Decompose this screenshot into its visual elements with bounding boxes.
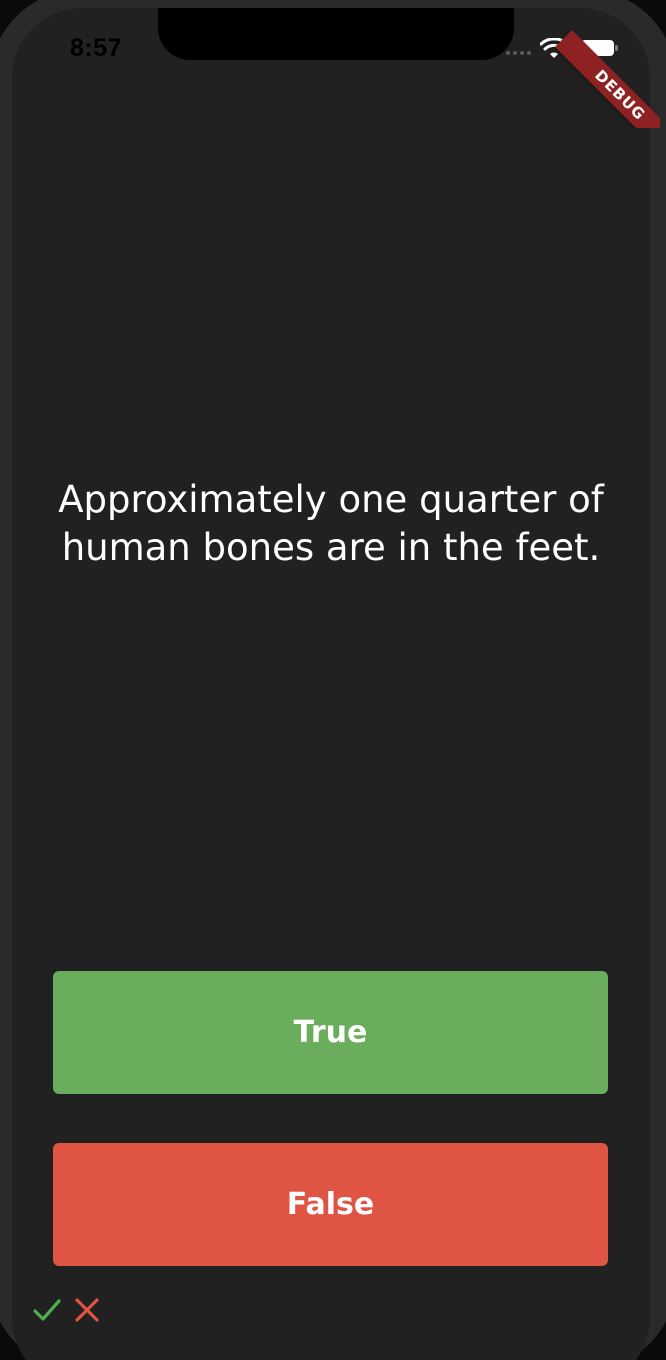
true-button[interactable]: True: [53, 971, 608, 1094]
notch: [158, 8, 514, 60]
question-text: Approximately one quarter of human bones…: [58, 478, 604, 569]
score-keeper: [32, 1295, 102, 1325]
app-screen: 8:57 Approximately one quarter of human …: [12, 8, 650, 1360]
status-time: 8:57: [70, 34, 123, 62]
device-frame: 8:57 Approximately one quarter of human …: [0, 0, 666, 1360]
battery-icon: [581, 40, 618, 56]
close-icon: [75, 1298, 99, 1322]
wifi-icon: [540, 38, 568, 58]
false-button[interactable]: False: [53, 1143, 608, 1266]
cellular-signal-icon: [506, 51, 531, 55]
check-icon: [33, 1299, 61, 1321]
